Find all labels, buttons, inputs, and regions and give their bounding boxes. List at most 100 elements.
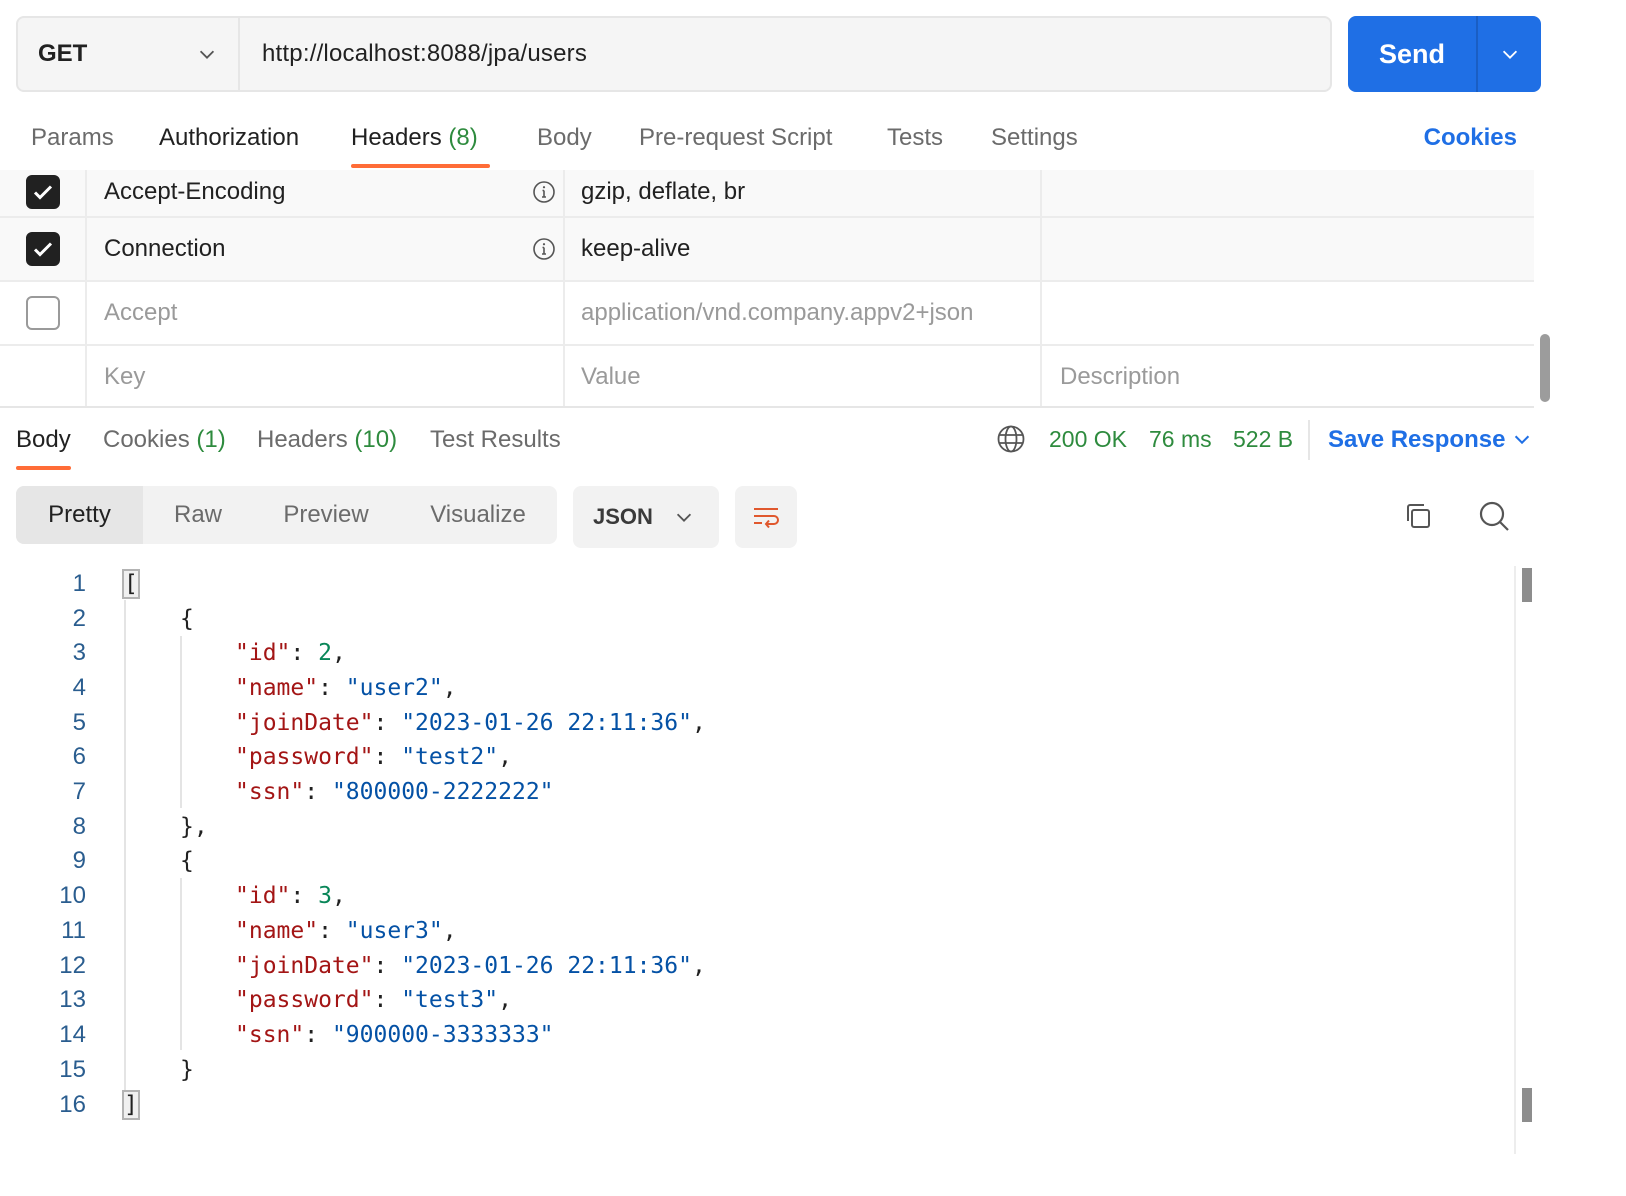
row-checkbox-cell [0, 170, 87, 216]
tab-params[interactable]: Params [31, 124, 114, 152]
headers-scrollbar-thumb[interactable] [1540, 334, 1550, 402]
code-line: 14 "ssn": "900000-3333333" [0, 1018, 553, 1052]
scroll-marker [1522, 568, 1532, 602]
tab-headers-count: (8) [448, 124, 478, 151]
header-value-cell[interactable]: keep-alive [565, 218, 1042, 280]
code-line: 12 "joinDate": "2023-01-26 22:11:36", [0, 949, 706, 983]
response-time[interactable]: 76 ms [1149, 426, 1212, 453]
line-number: 11 [61, 917, 86, 944]
url-text: http://localhost:8088/jpa/users [262, 40, 588, 67]
view-visualize[interactable]: Visualize [399, 486, 557, 544]
header-value-cell[interactable]: application/vnd.company.appv2+json [565, 282, 1042, 344]
active-response-tab-indicator [16, 466, 71, 470]
cookies-link[interactable]: Cookies [1424, 124, 1517, 152]
response-tab-body[interactable]: Body [16, 426, 71, 454]
response-tab-cookies-label: Cookies [103, 426, 190, 453]
request-bar: GET http://localhost:8088/jpa/users [16, 16, 1332, 92]
json-key: "joinDate" [235, 710, 374, 736]
url-input[interactable]: http://localhost:8088/jpa/users [240, 18, 1330, 90]
code-text: "joinDate": "2023-01-26 22:11:36", [235, 953, 706, 979]
tab-tests[interactable]: Tests [887, 124, 943, 152]
check-icon [33, 242, 52, 257]
format-select[interactable]: JSON [573, 486, 719, 548]
response-tab-cookies-count: (1) [196, 426, 226, 453]
tab-body[interactable]: Body [537, 124, 592, 152]
tab-pre-request-script[interactable]: Pre-request Script [639, 124, 832, 152]
tab-headers[interactable]: Headers (8) [351, 124, 478, 152]
code-text: }, [180, 814, 208, 840]
copy-button[interactable] [1398, 496, 1438, 536]
new-value-input[interactable]: Value [565, 346, 1042, 406]
header-row: Accept-Encoding gzip, deflate, br [0, 170, 1534, 218]
checkbox[interactable] [25, 232, 60, 266]
globe-icon[interactable] [996, 424, 1026, 454]
bracket: [ [122, 569, 140, 599]
indent-guide [180, 636, 182, 808]
bracket: ] [122, 1090, 140, 1120]
checkbox[interactable] [25, 175, 60, 209]
method-label: GET [38, 40, 88, 67]
response-size[interactable]: 522 B [1233, 426, 1293, 453]
view-pretty[interactable]: Pretty [16, 486, 143, 544]
code-text: } [180, 1057, 194, 1083]
send-button[interactable]: Send [1348, 16, 1478, 92]
response-tab-headers[interactable]: Headers (10) [257, 426, 397, 454]
header-description-cell[interactable] [1042, 170, 1534, 216]
request-tabs: Params Authorization Headers (8) Body Pr… [0, 112, 1556, 170]
json-string: "user2" [345, 675, 443, 701]
value-placeholder: Value [581, 363, 641, 390]
code-text: [ [122, 569, 140, 599]
header-value-cell[interactable]: gzip, deflate, br [565, 170, 1042, 216]
line-number: 12 [59, 952, 86, 979]
json-string: "test2" [401, 744, 499, 770]
line-number: 1 [72, 570, 86, 597]
method-select[interactable]: GET [18, 18, 240, 90]
info-icon[interactable] [532, 237, 556, 261]
wrap-lines-icon [754, 508, 779, 529]
search-button[interactable] [1474, 496, 1514, 536]
editor-scrollbar[interactable] [1514, 566, 1516, 1154]
code-line: 6 "password": "test2", [0, 740, 512, 774]
response-tabs: Body Cookies (1) Headers (10) Test Resul… [0, 414, 1556, 470]
header-key-cell[interactable]: Accept-Encoding [87, 170, 565, 216]
response-tab-test-results[interactable]: Test Results [430, 426, 561, 454]
json-key: "name" [235, 675, 319, 701]
json-key: "joinDate" [235, 953, 374, 979]
tab-authorization[interactable]: Authorization [159, 124, 299, 152]
view-preview[interactable]: Preview [253, 486, 399, 544]
tab-settings[interactable]: Settings [991, 124, 1078, 152]
code-line: 4 "name": "user2", [0, 671, 457, 705]
format-label: JSON [593, 504, 653, 529]
new-key-input[interactable]: Key [87, 346, 565, 406]
response-tab-cookies[interactable]: Cookies (1) [103, 426, 226, 454]
line-number: 3 [72, 639, 86, 666]
line-number: 9 [72, 847, 86, 874]
line-number: 10 [59, 882, 86, 909]
new-header-row: Key Value Description [0, 346, 1534, 406]
send-options-button[interactable] [1478, 16, 1541, 92]
view-mode-switcher: Pretty Raw Preview Visualize [16, 486, 557, 544]
line-number: 6 [72, 743, 86, 770]
header-key-cell[interactable]: Connection [87, 218, 565, 280]
line-number: 4 [72, 674, 86, 701]
header-key: Accept-Encoding [104, 178, 286, 205]
status-code[interactable]: 200 OK [1049, 426, 1127, 453]
code-text: "id": 2, [235, 640, 346, 666]
indent-guide [180, 878, 182, 1050]
wrap-lines-button[interactable] [735, 486, 797, 548]
header-value: gzip, deflate, br [581, 178, 746, 205]
new-description-input[interactable]: Description [1042, 346, 1534, 406]
save-response-button[interactable]: Save Response [1328, 426, 1505, 454]
code-text: "name": "user3", [235, 918, 457, 944]
header-description-cell[interactable] [1042, 282, 1534, 344]
response-body-editor[interactable]: 1 [ 2 { 3 "id": 2, 4 "name": "user2", 5 … [0, 566, 1514, 1156]
info-icon[interactable] [532, 180, 556, 204]
description-placeholder: Description [1060, 363, 1181, 390]
checkbox[interactable] [25, 296, 60, 330]
chevron-down-icon[interactable] [1511, 428, 1533, 450]
json-string: "800000-2222222" [331, 779, 554, 805]
search-icon [1479, 501, 1509, 531]
header-description-cell[interactable] [1042, 218, 1534, 280]
header-key-cell[interactable]: Accept [87, 282, 565, 344]
view-raw[interactable]: Raw [143, 486, 253, 544]
